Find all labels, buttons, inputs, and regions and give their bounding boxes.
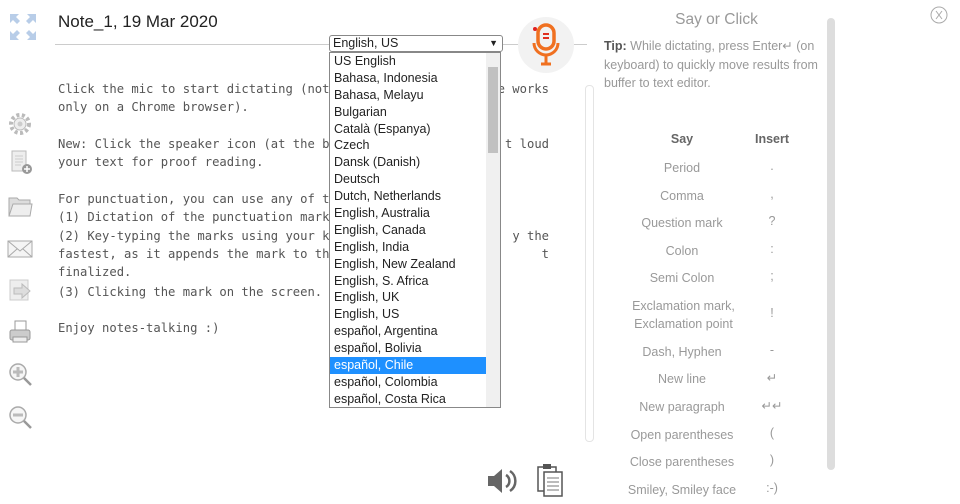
language-option[interactable]: English, India <box>330 239 484 256</box>
editor-line: (1) Dictation of the punctuation mark <box>58 210 330 224</box>
panel-title: Say or Click <box>675 11 758 28</box>
say-text: Exclamation mark, Exclamation point <box>632 299 735 331</box>
language-option[interactable]: Dansk (Danish) <box>330 154 484 171</box>
language-dropdown-list[interactable]: US English Bahasa, Indonesia Bahasa, Melay… <box>329 52 501 408</box>
say-text: Semi Colon <box>649 271 715 285</box>
say-text: Colon <box>665 244 699 258</box>
speaker-icon[interactable] <box>486 465 520 497</box>
editor-line: Enjoy notes-talking :) <box>58 321 220 335</box>
panel-scrollbar[interactable] <box>827 18 835 470</box>
insert-mark[interactable]: ) <box>754 453 790 467</box>
editor-line: (3) Clicking the mark on the screen. <box>58 285 323 299</box>
open-folder-icon[interactable] <box>6 192 34 220</box>
zoom-in-icon[interactable] <box>6 360 34 388</box>
say-text: Comma <box>660 189 704 203</box>
microphone-icon <box>532 23 560 66</box>
language-option[interactable]: español, Argentina <box>330 323 484 340</box>
editor-line: finalized. <box>58 265 132 279</box>
editor-line: Click the mic to start dictating (not <box>58 82 330 96</box>
editor-line: fastest, as it appends the mark to th <box>58 247 330 261</box>
say-text: New paragraph <box>639 400 725 414</box>
say-text: Open parentheses <box>630 428 734 442</box>
print-icon[interactable] <box>6 318 34 346</box>
insert-mark[interactable]: ↵↵ <box>754 398 790 413</box>
language-option[interactable]: Dutch, Netherlands <box>330 188 484 205</box>
editor-line: New: Click the speaker icon (at the b <box>58 137 330 151</box>
language-option[interactable]: English, Canada <box>330 222 484 239</box>
mic-button[interactable] <box>518 17 574 73</box>
language-option[interactable]: English, Australia <box>330 205 484 222</box>
editor-line-fragment: e works <box>497 82 549 96</box>
editor-line-fragment: y the <box>512 229 549 243</box>
close-icon[interactable] <box>930 6 948 24</box>
insert-mark[interactable]: ? <box>754 214 790 228</box>
language-option[interactable]: English, S. Africa <box>330 273 484 290</box>
language-option[interactable]: English, US <box>330 306 484 323</box>
insert-mark[interactable]: ! <box>754 306 790 320</box>
editor-scrollbar[interactable] <box>585 85 594 442</box>
language-option[interactable]: Deutsch <box>330 171 484 188</box>
email-icon[interactable] <box>6 235 34 263</box>
say-text: Question mark <box>641 216 723 230</box>
settings-gear-icon[interactable] <box>6 110 34 138</box>
tip: Tip: While dictating, press Enter↵ (on k… <box>604 39 818 90</box>
language-select[interactable]: English, US ▼ <box>329 35 503 52</box>
language-option[interactable]: US English <box>330 53 484 70</box>
export-icon[interactable] <box>6 276 34 304</box>
language-option[interactable]: Bahasa, Indonesia <box>330 70 484 87</box>
language-option[interactable]: español, Chile <box>330 357 487 374</box>
divider <box>575 44 587 45</box>
language-option[interactable]: español, Bolivia <box>330 340 484 357</box>
dropdown-scrollbar[interactable] <box>486 53 500 407</box>
language-option[interactable]: Bulgarian <box>330 104 484 121</box>
editor-line-fragment: t <box>541 247 549 261</box>
editor-line: For punctuation, you can use any of t <box>58 192 330 206</box>
say-text: Close parentheses <box>629 455 735 469</box>
insert-mark[interactable]: ( <box>754 426 790 440</box>
zoom-out-icon[interactable] <box>6 403 34 431</box>
language-option[interactable]: Bahasa, Melayu <box>330 87 484 104</box>
language-option[interactable]: Czech <box>330 137 484 154</box>
insert-mark[interactable]: ; <box>754 269 790 283</box>
insert-mark[interactable]: . <box>754 159 790 173</box>
say-text: New line <box>658 372 706 386</box>
editor-line: your text for proof reading. <box>58 155 264 169</box>
editor-line: only on a Chrome browser). <box>58 100 249 114</box>
fullscreen-icon[interactable] <box>8 12 38 42</box>
say-text: Period <box>663 161 701 175</box>
divider <box>55 44 585 45</box>
language-option[interactable]: Català (Espanya) <box>330 121 484 138</box>
scrollbar-thumb[interactable] <box>488 67 498 153</box>
insert-mark[interactable]: , <box>754 187 790 201</box>
language-option[interactable]: English, UK <box>330 289 484 306</box>
editor-line: (2) Key-typing the marks using your k <box>58 229 330 243</box>
say-text: Smiley, Smiley face <box>627 483 737 497</box>
dropdown-arrow-icon: ▼ <box>489 38 498 48</box>
language-option[interactable]: español, Costa Rica <box>330 391 484 407</box>
language-option[interactable]: English, New Zealand <box>330 256 484 273</box>
insert-mark[interactable]: :-) <box>754 481 790 495</box>
insert-mark[interactable]: - <box>754 343 790 357</box>
note-title[interactable]: Note_1, 19 Mar 2020 <box>58 12 218 32</box>
insert-mark[interactable]: ↵ <box>754 370 790 385</box>
copy-clipboard-icon[interactable] <box>536 463 564 497</box>
say-text: Dash, Hyphen <box>642 345 722 359</box>
insert-mark[interactable]: : <box>754 242 790 256</box>
editor-line-fragment: t loud <box>504 137 549 151</box>
language-option[interactable]: español, Colombia <box>330 374 484 391</box>
new-note-icon[interactable] <box>6 148 34 176</box>
